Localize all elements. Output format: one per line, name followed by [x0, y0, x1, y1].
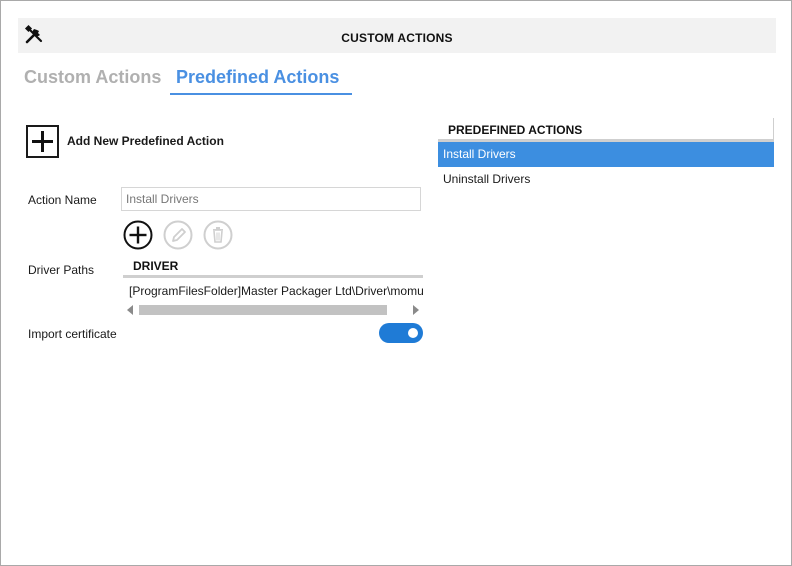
predefined-actions-header[interactable]: PREDEFINED ACTIONS	[438, 118, 774, 142]
add-circle-icon	[123, 220, 153, 250]
scrollbar-thumb[interactable]	[139, 305, 387, 315]
custom-actions-window: CUSTOM ACTIONS Custom Actions Predefined…	[0, 0, 792, 566]
delete-circle-icon	[203, 220, 233, 250]
action-name-label: Action Name	[28, 193, 97, 207]
import-certificate-toggle[interactable]	[379, 323, 423, 343]
title-bar: CUSTOM ACTIONS	[18, 18, 776, 53]
driver-column-header[interactable]: DRIVER	[123, 256, 423, 278]
add-action-button[interactable]	[26, 125, 59, 158]
table-row[interactable]: [ProgramFilesFolder]Master Packager Ltd\…	[123, 284, 423, 302]
action-name-input[interactable]	[121, 187, 421, 211]
delete-driver-button[interactable]	[203, 220, 233, 250]
scroll-left-icon[interactable]	[127, 305, 133, 315]
predefined-actions-header-label: PREDEFINED ACTIONS	[448, 123, 583, 137]
import-certificate-label: Import certificate	[28, 327, 117, 341]
add-action-label: Add New Predefined Action	[67, 134, 224, 148]
tab-custom-actions[interactable]: Custom Actions	[24, 67, 161, 88]
toggle-knob	[408, 328, 418, 338]
driver-paths-label: Driver Paths	[28, 263, 95, 277]
window-title: CUSTOM ACTIONS	[341, 31, 453, 45]
edit-driver-button[interactable]	[163, 220, 193, 250]
edit-circle-icon	[163, 220, 193, 250]
predefined-actions-list: PREDEFINED ACTIONS Install Drivers Unins…	[438, 118, 774, 192]
driver-horizontal-scrollbar[interactable]	[127, 304, 419, 316]
tab-predefined-actions[interactable]: Predefined Actions	[176, 67, 339, 88]
add-driver-button[interactable]	[123, 220, 153, 250]
scroll-right-icon[interactable]	[413, 305, 419, 315]
driver-column-label: DRIVER	[133, 259, 179, 273]
active-tab-indicator	[170, 93, 352, 95]
list-item[interactable]: Uninstall Drivers	[438, 167, 774, 192]
list-item[interactable]: Install Drivers	[438, 142, 774, 167]
